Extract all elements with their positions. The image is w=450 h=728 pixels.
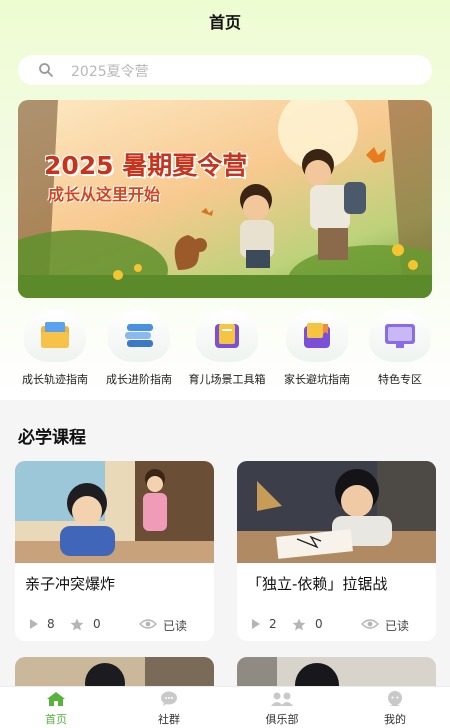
page-title: 首页 — [208, 13, 241, 32]
shortcut-label: 育儿场景工具箱 — [188, 373, 266, 386]
tab-label: 首页 — [45, 713, 67, 726]
shortcut-label: 家长避坑指南 — [284, 373, 350, 386]
shortcut-bubble — [286, 310, 348, 362]
play-count: 8 — [47, 617, 55, 631]
search-bar[interactable]: 2025夏令营 — [18, 55, 432, 85]
chat-bubble-icon — [161, 691, 177, 706]
shortcut-growth-track[interactable]: 成长轨迹指南 — [14, 310, 96, 387]
shortcut-featured-zone[interactable]: 特色专区 — [359, 310, 441, 387]
play-icon — [252, 619, 260, 629]
course-card-partial[interactable] — [237, 657, 436, 687]
course-meta: 8 0 已读 — [25, 616, 205, 634]
tab-club[interactable]: 俱乐部 — [242, 691, 322, 727]
course-card[interactable]: 亲子冲突爆炸 8 0 已读 — [15, 461, 214, 641]
play-count: 2 — [269, 617, 277, 631]
profile-icon — [388, 691, 402, 706]
shortcut-label: 成长进阶指南 — [106, 373, 172, 386]
required-courses-section: 必学课程 亲子冲突爆炸 8 0 已读 「独立-依赖」拉锯战 2 0 已读 — [0, 405, 450, 695]
search-icon — [38, 62, 54, 82]
read-status: 已读 — [163, 619, 188, 633]
tab-label: 俱乐部 — [265, 713, 299, 726]
tab-label: 我的 — [384, 713, 406, 726]
tab-community[interactable]: 社群 — [129, 691, 209, 727]
course-thumbnail — [237, 461, 436, 563]
eye-icon — [361, 619, 379, 629]
course-title: 亲子冲突爆炸 — [25, 575, 116, 593]
course-thumbnail — [15, 461, 214, 563]
bottom-tab-bar: 首页 社群 俱乐部 我的 — [0, 686, 450, 728]
course-card-partial[interactable] — [15, 657, 214, 687]
star-count: 0 — [93, 617, 101, 631]
shortcut-growth-advance[interactable]: 成长进阶指南 — [98, 310, 180, 387]
shortcut-pitfall-guide[interactable]: 家长避坑指南 — [276, 310, 358, 387]
shortcut-grid: 成长轨迹指南 成长进阶指南 育儿场景工具箱 家长避坑指南 特色专区 — [0, 310, 450, 390]
eye-icon — [139, 619, 157, 629]
shortcut-bubble — [196, 310, 258, 362]
shortcut-label: 特色专区 — [378, 373, 422, 386]
books-stack-icon — [125, 324, 153, 347]
tab-label: 社群 — [158, 713, 180, 726]
star-icon — [292, 618, 306, 631]
shortcut-parenting-toolbox[interactable]: 育儿场景工具箱 — [186, 310, 268, 387]
summer-camp-banner[interactable]: 2025 暑期夏令营 成长从这里开始 — [18, 100, 432, 298]
course-thumbnail — [15, 657, 214, 687]
course-card[interactable]: 「独立-依赖」拉锯战 2 0 已读 — [237, 461, 436, 641]
tab-profile[interactable]: 我的 — [355, 691, 435, 727]
star-icon — [70, 618, 84, 631]
folder-icon — [41, 322, 69, 348]
course-title: 「独立-依赖」拉锯战 — [247, 575, 388, 593]
notebook-icon — [215, 324, 239, 348]
read-status: 已读 — [385, 619, 410, 633]
search-placeholder: 2025夏令营 — [71, 64, 149, 80]
section-title: 必学课程 — [18, 428, 86, 448]
shortcut-bubble — [369, 310, 431, 362]
play-icon — [30, 619, 38, 629]
folder-bookmark-icon — [304, 323, 330, 348]
shortcut-bubble — [108, 310, 170, 362]
home-icon — [47, 692, 65, 706]
tab-home[interactable]: 首页 — [16, 691, 96, 727]
course-meta: 2 0 已读 — [247, 616, 427, 634]
people-icon — [271, 692, 293, 706]
course-thumbnail — [237, 657, 436, 687]
star-count: 0 — [315, 617, 323, 631]
shortcut-bubble — [24, 310, 86, 362]
banner-subtitle: 成长从这里开始 — [48, 185, 161, 204]
monitor-icon — [385, 324, 415, 348]
banner-title: 2025 暑期夏令营 — [44, 151, 248, 180]
shortcut-label: 成长轨迹指南 — [22, 373, 88, 386]
